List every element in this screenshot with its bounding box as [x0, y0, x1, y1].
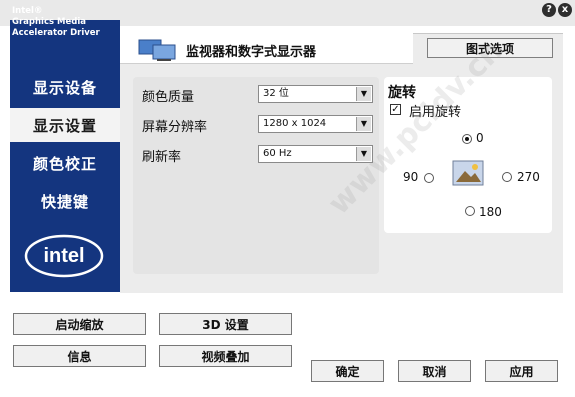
start-zoom-button[interactable]: 启动缩放 [13, 313, 146, 335]
settings-group [133, 77, 379, 274]
sidebar-item-display-devices[interactable]: 显示设备 [10, 70, 120, 104]
chevron-down-icon[interactable]: ▼ [356, 147, 371, 161]
rotation-label-180: 180 [479, 205, 502, 219]
color-quality-select[interactable]: 32 位 ▼ [258, 85, 373, 103]
intel-logo: intel [20, 228, 116, 284]
resolution-select[interactable]: 1280 x 1024 ▼ [258, 115, 373, 133]
3d-settings-button[interactable]: 3D 设置 [159, 313, 292, 335]
color-quality-value: 32 位 [263, 88, 289, 99]
apply-button[interactable]: 应用 [485, 360, 558, 382]
chevron-down-icon[interactable]: ▼ [356, 117, 371, 131]
color-quality-label: 颜色质量 [142, 90, 195, 105]
refresh-rate-label: 刷新率 [142, 150, 182, 165]
rotation-preview-icon [452, 160, 484, 186]
sidebar-item-hotkeys[interactable]: 快捷键 [10, 184, 120, 218]
sidebar-item-color-correction[interactable]: 颜色校正 [10, 146, 120, 180]
refresh-rate-select[interactable]: 60 Hz ▼ [258, 145, 373, 163]
resolution-value: 1280 x 1024 [263, 118, 327, 129]
brand-line-1: Intel® [12, 6, 43, 16]
rotation-radio-180[interactable] [465, 206, 475, 216]
rotation-radio-90[interactable] [424, 173, 434, 183]
svg-text:intel: intel [43, 245, 84, 267]
chevron-down-icon[interactable]: ▼ [356, 87, 371, 101]
enable-rotation-label: 启用旋转 [409, 105, 462, 120]
rotation-title: 旋转 [388, 85, 416, 101]
close-icon[interactable]: x [558, 3, 572, 17]
cancel-button[interactable]: 取消 [398, 360, 471, 382]
resolution-label: 屏幕分辨率 [142, 120, 208, 135]
page-title: 监视器和数字式显示器 [186, 45, 317, 60]
enable-rotation-checkbox[interactable]: ✓ [390, 104, 401, 115]
video-overlay-button[interactable]: 视频叠加 [159, 345, 292, 367]
brand-line-2: Graphics Media [12, 17, 86, 27]
rotation-label-90: 90 [403, 170, 419, 184]
info-button[interactable]: 信息 [13, 345, 146, 367]
rotation-radio-0[interactable] [462, 134, 472, 144]
sidebar-item-display-settings[interactable]: 显示设置 [10, 108, 120, 142]
ok-button[interactable]: 确定 [311, 360, 384, 382]
rotation-label-0: 0 [476, 131, 484, 145]
brand-text: Intel® Graphics Media Accelerator Driver [12, 6, 117, 39]
rotation-radio-270[interactable] [502, 172, 512, 182]
monitor-icon [137, 38, 181, 66]
help-icon[interactable]: ? [542, 3, 556, 17]
graphics-options-button[interactable]: 图式选项 [427, 38, 553, 58]
rotation-label-270: 270 [517, 170, 540, 184]
refresh-rate-value: 60 Hz [263, 148, 292, 159]
brand-line-3: Accelerator Driver [12, 28, 100, 38]
